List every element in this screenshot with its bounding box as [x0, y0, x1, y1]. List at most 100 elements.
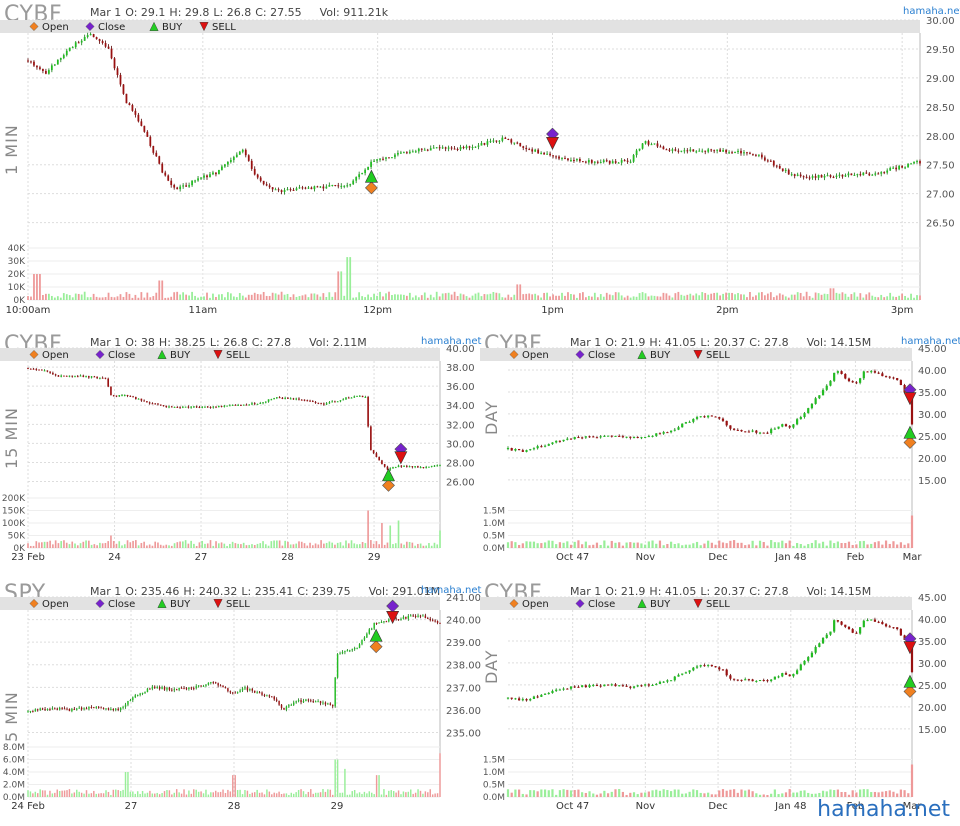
candle-body	[388, 619, 390, 622]
volume-bar	[844, 543, 847, 548]
sell-marker	[903, 641, 917, 655]
volume-bar	[629, 792, 632, 797]
volume-bar	[743, 294, 745, 300]
candle-body	[52, 372, 54, 375]
candle-body	[620, 160, 623, 163]
volume-bar	[859, 789, 862, 797]
candle-body	[636, 437, 639, 439]
candle-body	[781, 424, 784, 427]
volume-bar	[93, 790, 95, 797]
candle-body	[833, 372, 836, 381]
candle-body	[829, 631, 832, 635]
y-tick-label: 40.00	[446, 344, 475, 355]
volume-bar	[596, 297, 599, 300]
volume-bar	[85, 540, 87, 548]
candle-body	[35, 368, 38, 370]
candle-body	[123, 394, 126, 396]
candle-body	[349, 650, 351, 652]
candle-body	[871, 174, 874, 176]
candle-body	[795, 419, 799, 425]
candle-body	[115, 395, 118, 397]
volume-bar	[590, 296, 593, 300]
candle-body	[919, 161, 921, 164]
volume-bar	[339, 542, 342, 548]
footer-brand[interactable]: hamaha.net	[817, 797, 950, 822]
volume-bar	[316, 294, 319, 300]
candle-body	[368, 629, 371, 634]
candle-body	[655, 433, 658, 436]
volume-bar	[144, 793, 146, 797]
vol-tick-label: 6.0M	[3, 756, 25, 766]
candle-body	[513, 142, 516, 144]
volume-bar	[93, 544, 96, 548]
volume-bar	[49, 790, 51, 797]
candle-body	[149, 136, 152, 146]
candle-body	[331, 184, 334, 186]
volume-bar	[495, 292, 498, 300]
volume-bar	[725, 292, 727, 300]
candle-body	[292, 398, 295, 400]
volume-bar	[273, 792, 275, 797]
volume-bar	[784, 296, 787, 300]
volume-bar	[695, 541, 699, 548]
candle-body	[666, 432, 669, 434]
candle-body	[833, 620, 836, 632]
candle-body	[381, 460, 383, 465]
volume-bar	[344, 768, 346, 797]
candle-body	[453, 148, 456, 150]
candle-body	[581, 437, 584, 439]
candle-body	[170, 406, 173, 408]
candle-body	[746, 152, 748, 154]
volume-bar	[298, 296, 301, 300]
y-tick-label: 40.00	[918, 615, 947, 626]
volume-bar	[185, 794, 188, 797]
candle-body	[244, 687, 246, 689]
candle-body	[581, 161, 584, 163]
volume-bar	[234, 543, 237, 548]
candle-body	[60, 375, 63, 377]
candle-body	[707, 415, 710, 418]
volume-bar	[334, 759, 336, 797]
candle-body	[334, 677, 336, 707]
candle-body	[584, 436, 587, 438]
volume-bar	[770, 540, 773, 548]
volume-bar	[197, 791, 200, 797]
volume-bar	[666, 543, 669, 548]
candle-body	[674, 149, 677, 151]
volume-bar	[295, 543, 298, 548]
candle-body	[134, 110, 137, 115]
candle-body	[666, 680, 669, 682]
candle-body	[510, 448, 513, 451]
candle-body	[722, 150, 724, 152]
candle-body	[658, 433, 662, 435]
volume-bar	[184, 540, 187, 548]
volume-bar	[655, 543, 658, 548]
y-tick-label: 30.00	[918, 659, 947, 670]
candle-body	[310, 700, 312, 702]
candle-body	[641, 143, 644, 149]
volume-bar	[810, 542, 814, 548]
volume-bar	[331, 542, 333, 548]
candle-body	[770, 429, 773, 434]
candle-body	[431, 620, 434, 622]
candle-body	[821, 389, 825, 396]
candle-body	[439, 622, 441, 624]
candle-body	[210, 682, 212, 684]
volume-bar	[290, 792, 293, 797]
candle-body	[364, 396, 367, 398]
candle-body	[139, 693, 141, 695]
volume-bar	[314, 543, 317, 548]
volume-bar	[242, 542, 245, 548]
candle-body	[883, 172, 886, 174]
volume-bar	[58, 791, 61, 797]
volume-bar	[898, 295, 901, 300]
candle-body	[154, 686, 156, 688]
volume-bar	[644, 792, 647, 797]
vol-tick-label: 20K	[8, 270, 26, 280]
candle-body	[728, 152, 730, 154]
volume-bar	[51, 793, 54, 797]
volume-bar	[307, 791, 310, 797]
candle-body	[367, 166, 369, 170]
sell-marker	[546, 137, 559, 150]
candle-body	[90, 706, 93, 708]
